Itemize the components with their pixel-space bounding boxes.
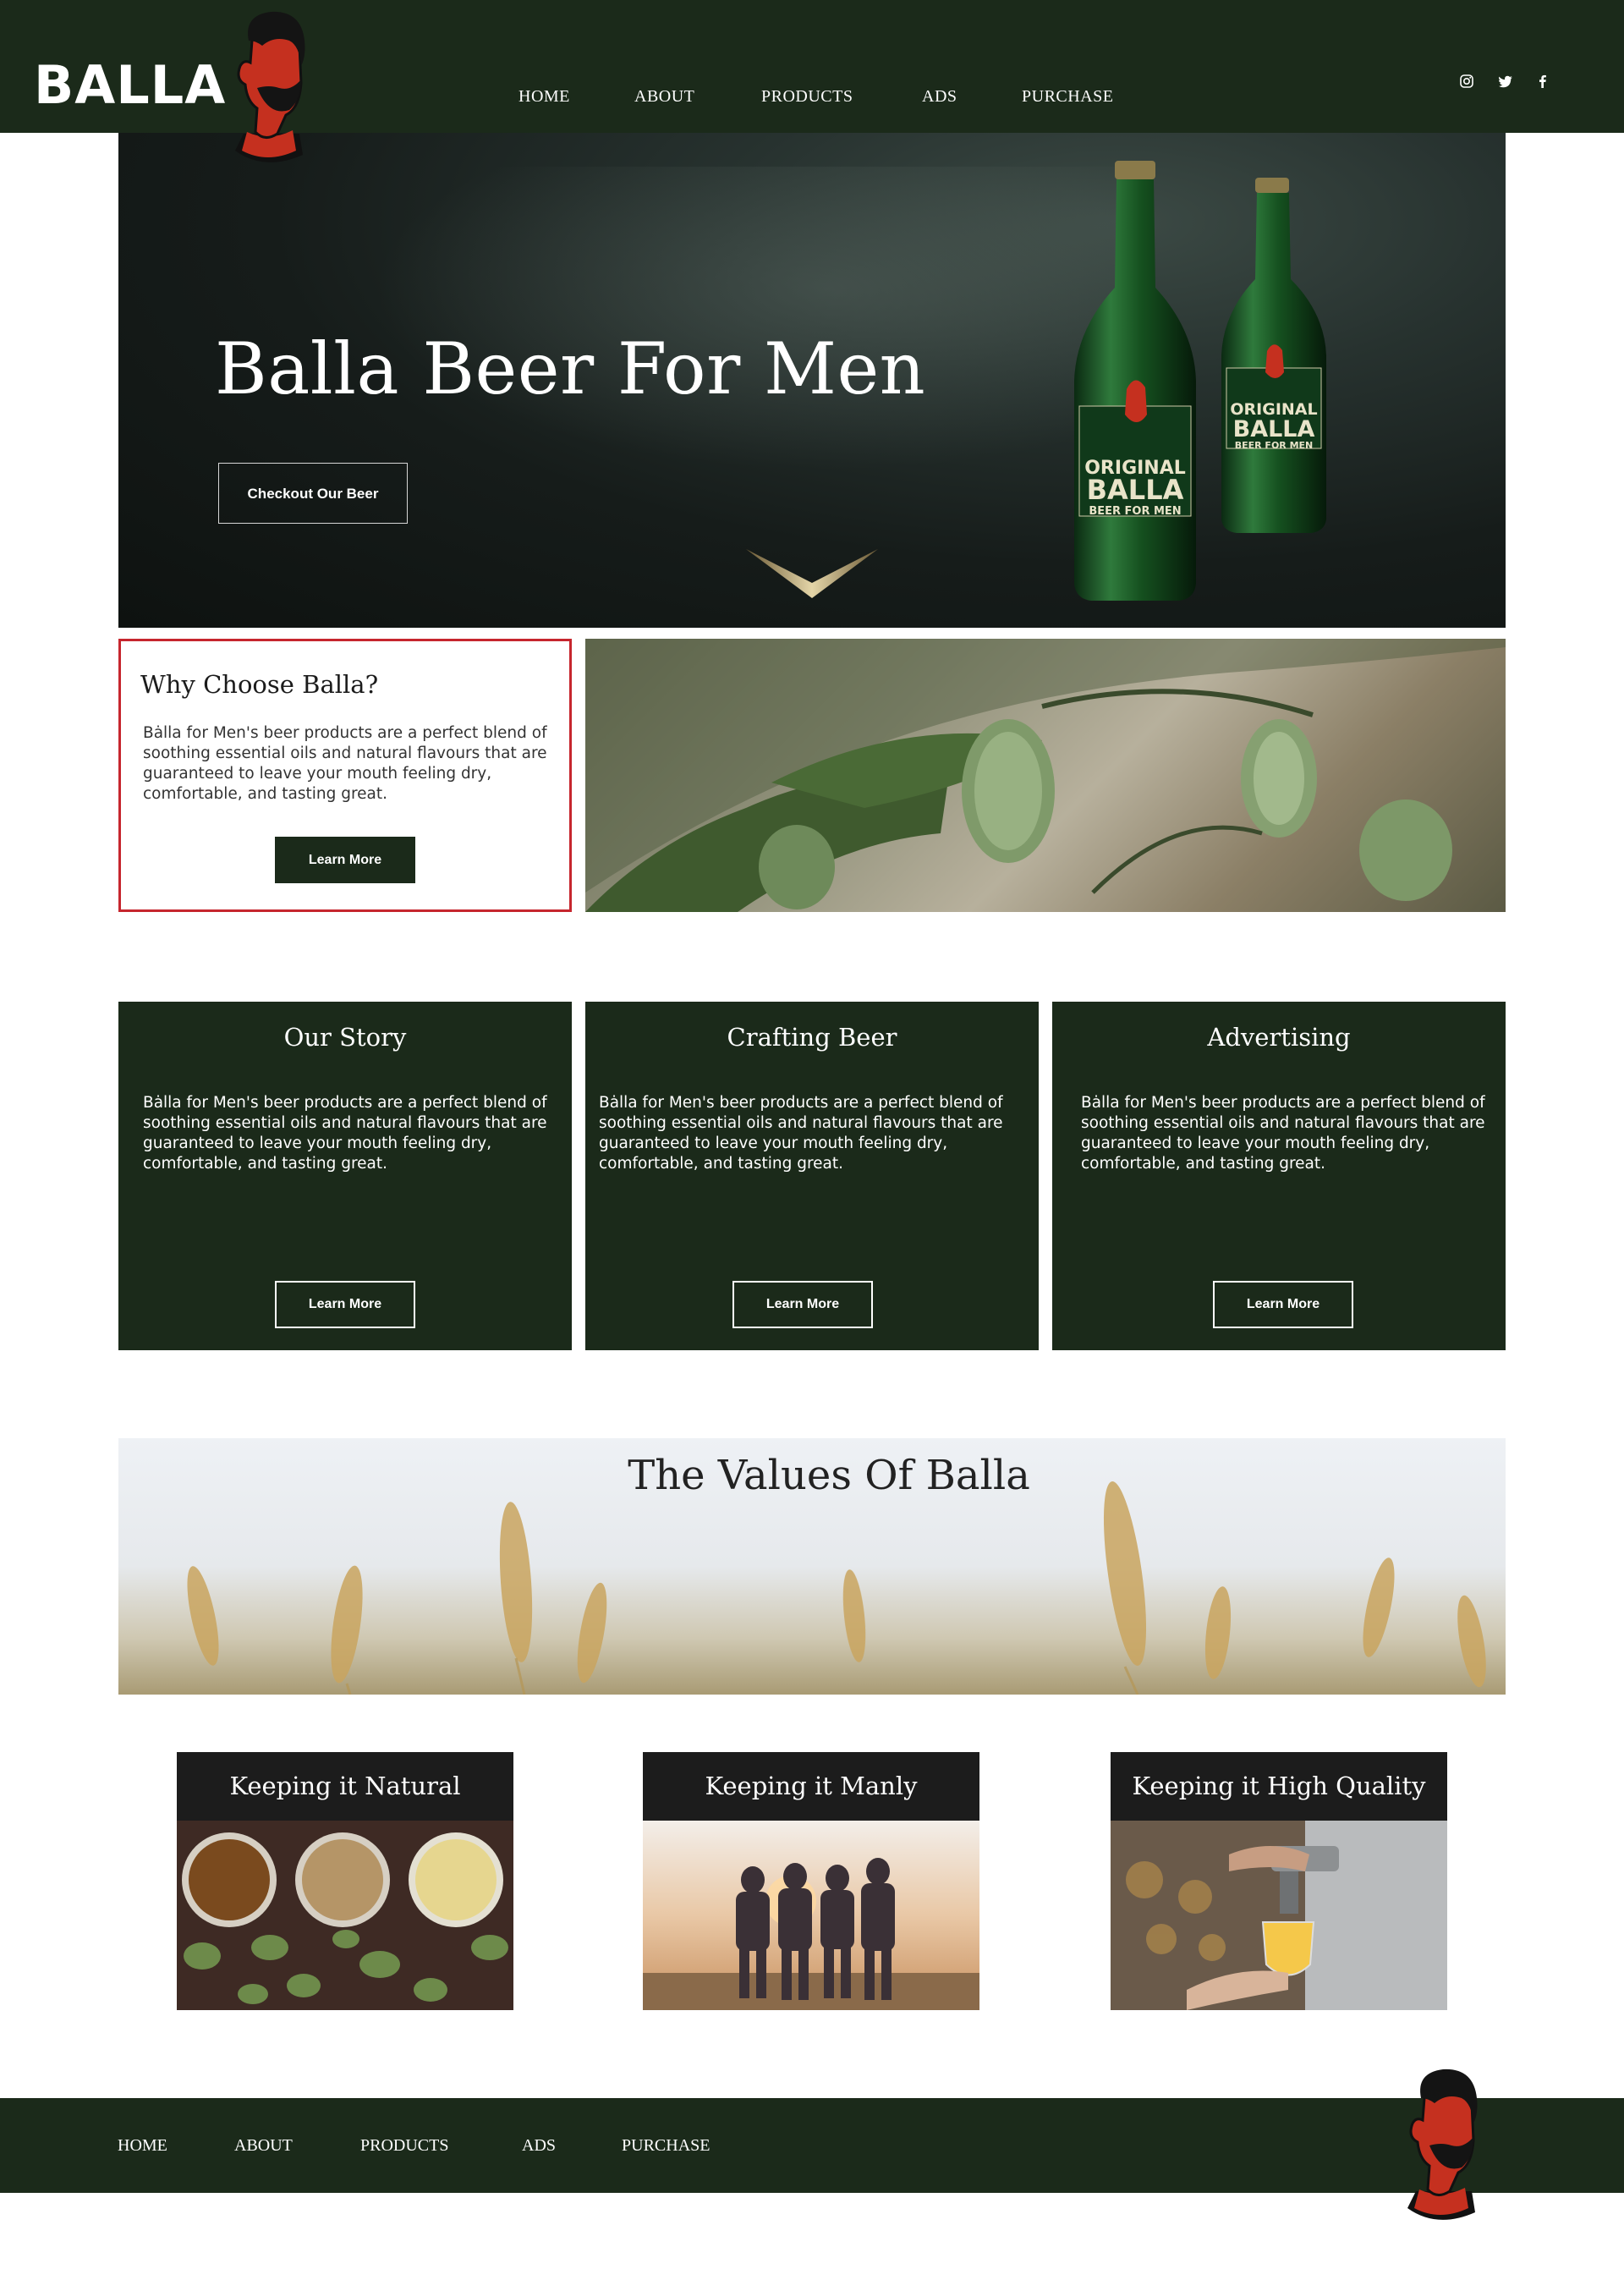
footer-nav-products[interactable]: PRODUCTS xyxy=(360,2136,448,2156)
facebook-icon[interactable] xyxy=(1534,73,1551,90)
beer-glasses-hops-image xyxy=(177,1821,513,2010)
logo-text[interactable]: BALLA xyxy=(34,59,226,112)
card-text: Bȧlla for Men's beer products are a perf… xyxy=(1081,1094,1485,1173)
hero-glow xyxy=(372,167,1133,471)
beer-tap-pour-image xyxy=(1111,1821,1447,2010)
nav-home[interactable]: HOME xyxy=(518,87,570,107)
footer-nav-ads[interactable]: ADS xyxy=(522,2136,556,2156)
footer-nav-about[interactable]: ABOUT xyxy=(234,2136,293,2156)
why-choose-text: Bȧlla for Men's beer products are a perf… xyxy=(143,724,547,803)
card-text: Bȧlla for Men's beer products are a perf… xyxy=(599,1094,1003,1173)
why-learn-more-button[interactable]: Learn More xyxy=(275,837,415,883)
footer-mascot-icon xyxy=(1407,2068,1478,2220)
checkout-beer-button[interactable]: Checkout Our Beer xyxy=(218,463,408,524)
nav-ads[interactable]: ADS xyxy=(922,87,957,107)
value-tile-title: Keeping it Natural xyxy=(177,1752,513,1821)
hero-title: Balla Beer For Men xyxy=(215,327,926,410)
card-title: Advertising xyxy=(1207,1023,1351,1052)
value-tile-manly[interactable]: Keeping it Manly xyxy=(643,1752,979,2010)
card-title: Crafting Beer xyxy=(727,1023,897,1052)
values-title: The Values Of Balla xyxy=(628,1452,1030,1499)
twitter-icon[interactable] xyxy=(1497,73,1514,90)
svg-text:BEER FOR MEN: BEER FOR MEN xyxy=(1089,505,1181,518)
chevron-down-icon[interactable] xyxy=(744,546,880,600)
nav-about[interactable]: ABOUT xyxy=(634,87,694,107)
card-text: Bȧlla for Men's beer products are a perf… xyxy=(143,1094,547,1173)
nav-purchase[interactable]: PURCHASE xyxy=(1022,87,1113,107)
value-tile-natural[interactable]: Keeping it Natural xyxy=(177,1752,513,2010)
hops-image xyxy=(585,639,1506,912)
our-story-learn-more-button[interactable]: Learn More xyxy=(275,1281,415,1328)
value-tile-title: Keeping it Manly xyxy=(643,1752,979,1821)
svg-text:BEER FOR MEN: BEER FOR MEN xyxy=(1235,440,1314,451)
card-title: Our Story xyxy=(283,1023,407,1052)
value-tile-high-quality[interactable]: Keeping it High Quality xyxy=(1111,1752,1447,2010)
beer-bottle-image-2: ORIGINAL BALLA BEER FOR MEN xyxy=(1221,178,1326,533)
logo-mascot-icon[interactable] xyxy=(218,7,313,169)
nav-products[interactable]: PRODUCTS xyxy=(761,87,853,107)
footer-nav-home[interactable]: HOME xyxy=(118,2136,167,2156)
value-tile-title: Keeping it High Quality xyxy=(1111,1752,1447,1821)
svg-text:BALLA: BALLA xyxy=(1087,474,1184,506)
instagram-icon[interactable] xyxy=(1458,73,1475,90)
footer-nav-purchase[interactable]: PURCHASE xyxy=(622,2136,710,2156)
beer-bottle-image: ORIGINAL BALLA BEER FOR MEN xyxy=(1074,161,1196,601)
why-choose-title: Why Choose Balla? xyxy=(140,670,379,699)
friends-sunset-image xyxy=(643,1821,979,2010)
advertising-learn-more-button[interactable]: Learn More xyxy=(1213,1281,1353,1328)
svg-text:BALLA: BALLA xyxy=(1233,416,1315,442)
crafting-beer-learn-more-button[interactable]: Learn More xyxy=(732,1281,873,1328)
